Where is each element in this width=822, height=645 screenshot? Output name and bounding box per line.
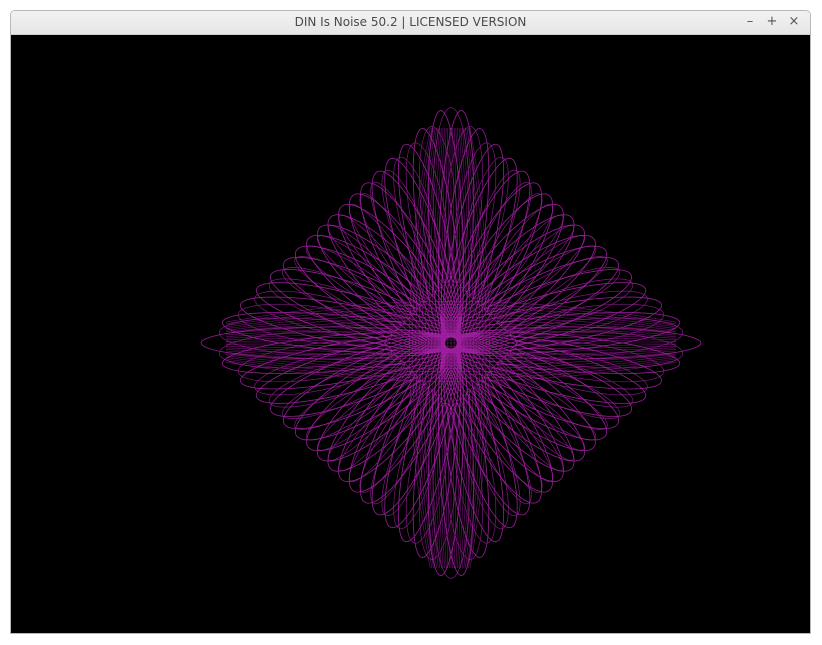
spirograph-curves [200,107,702,579]
spirograph-svg [200,107,702,579]
window-title: DIN Is Noise 50.2 | LICENSED VERSION [294,15,527,29]
center-cross-strokes [225,127,677,569]
minimize-icon[interactable]: – [742,14,758,30]
title-bar[interactable]: DIN Is Noise 50.2 | LICENSED VERSION – +… [11,11,810,35]
visualizer-canvas[interactable] [11,35,810,633]
maximize-icon[interactable]: + [764,14,780,30]
window-controls: – + × [742,14,802,30]
close-icon[interactable]: × [786,14,802,30]
app-window: DIN Is Noise 50.2 | LICENSED VERSION – +… [10,10,811,634]
